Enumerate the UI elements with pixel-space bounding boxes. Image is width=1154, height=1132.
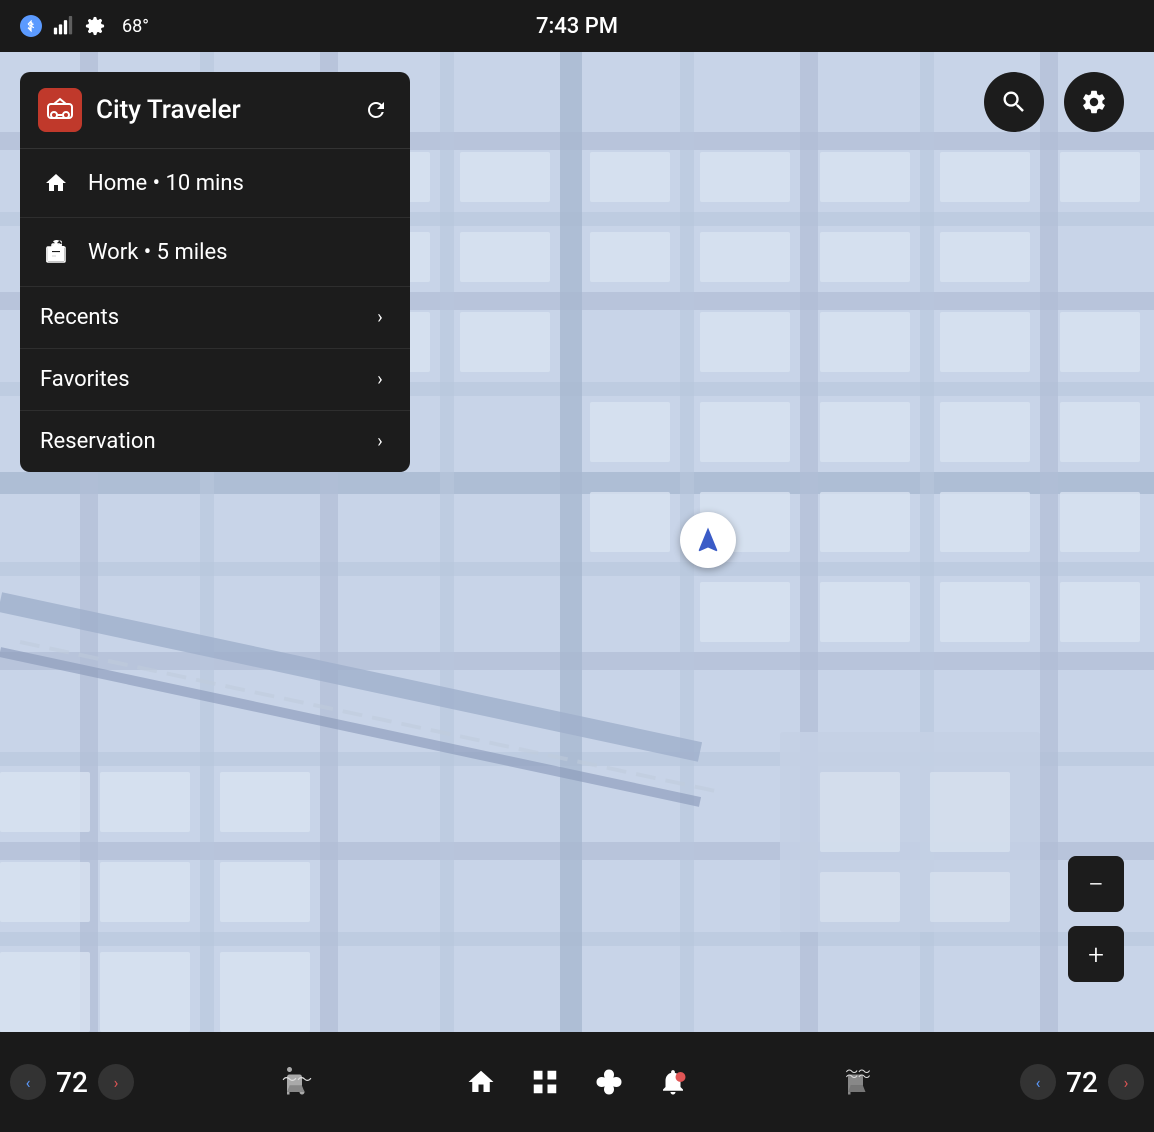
app-title: City Traveler	[96, 95, 360, 125]
map-settings-button[interactable]	[1064, 72, 1124, 132]
bottom-nav-items	[459, 1060, 695, 1104]
system-settings-icon	[84, 15, 106, 37]
signal-icon	[52, 15, 74, 37]
refresh-button[interactable]	[360, 94, 392, 126]
bottom-fan-button[interactable]	[587, 1060, 631, 1104]
bottom-notification-button[interactable]	[651, 1060, 695, 1104]
right-temperature-value: 72	[1062, 1066, 1102, 1099]
bottom-bar: ‹ 72 › 〜〜	[0, 1032, 1154, 1132]
reservation-label: Reservation	[40, 429, 370, 454]
reservation-chevron-icon: ›	[370, 432, 390, 452]
status-bar: 68° 7:43 PM	[0, 0, 1154, 52]
left-temp-increase-button[interactable]: ›	[98, 1064, 134, 1100]
app-icon	[38, 88, 82, 132]
reservation-nav-item[interactable]: Reservation ›	[20, 411, 410, 472]
svg-text:〜〜: 〜〜	[282, 1071, 312, 1089]
recents-chevron-icon: ›	[370, 308, 390, 328]
right-temp-decrease-button[interactable]: ‹	[1020, 1064, 1056, 1100]
zoom-out-button[interactable]: −	[1068, 856, 1124, 912]
work-label: Work • 5 miles	[88, 240, 390, 265]
search-button[interactable]	[984, 72, 1044, 132]
right-temp-increase-button[interactable]: ›	[1108, 1064, 1144, 1100]
bluetooth-icon	[20, 15, 42, 37]
status-time: 7:43 PM	[536, 14, 618, 39]
rear-heat-button[interactable]: 〜〜 〜〜	[836, 1060, 880, 1104]
bottom-home-button[interactable]	[459, 1060, 503, 1104]
heated-seat-left-button[interactable]: 〜〜	[275, 1060, 319, 1104]
home-icon	[40, 167, 72, 199]
map-area: City Traveler Home • 10 mins	[0, 52, 1154, 1032]
left-temp-control: ‹ 72 ›	[10, 1064, 134, 1100]
status-left: 68°	[20, 15, 149, 37]
svg-text:〜〜: 〜〜	[845, 1067, 870, 1080]
status-temperature: 68°	[122, 16, 149, 37]
home-nav-item[interactable]: Home • 10 mins	[20, 149, 410, 218]
work-icon	[40, 236, 72, 268]
nav-header: City Traveler	[20, 72, 410, 149]
favorites-label: Favorites	[40, 367, 370, 392]
favorites-chevron-icon: ›	[370, 370, 390, 390]
zoom-in-button[interactable]: +	[1068, 926, 1124, 982]
work-nav-item[interactable]: Work • 5 miles	[20, 218, 410, 287]
home-label: Home • 10 mins	[88, 171, 390, 196]
nav-panel: City Traveler Home • 10 mins	[20, 72, 410, 472]
location-marker	[680, 512, 736, 568]
recents-label: Recents	[40, 305, 370, 330]
left-temp-decrease-button[interactable]: ‹	[10, 1064, 46, 1100]
right-temp-control: ‹ 72 ›	[1020, 1064, 1144, 1100]
recents-nav-item[interactable]: Recents ›	[20, 287, 410, 349]
bottom-grid-button[interactable]	[523, 1060, 567, 1104]
left-temperature-value: 72	[52, 1066, 92, 1099]
favorites-nav-item[interactable]: Favorites ›	[20, 349, 410, 411]
